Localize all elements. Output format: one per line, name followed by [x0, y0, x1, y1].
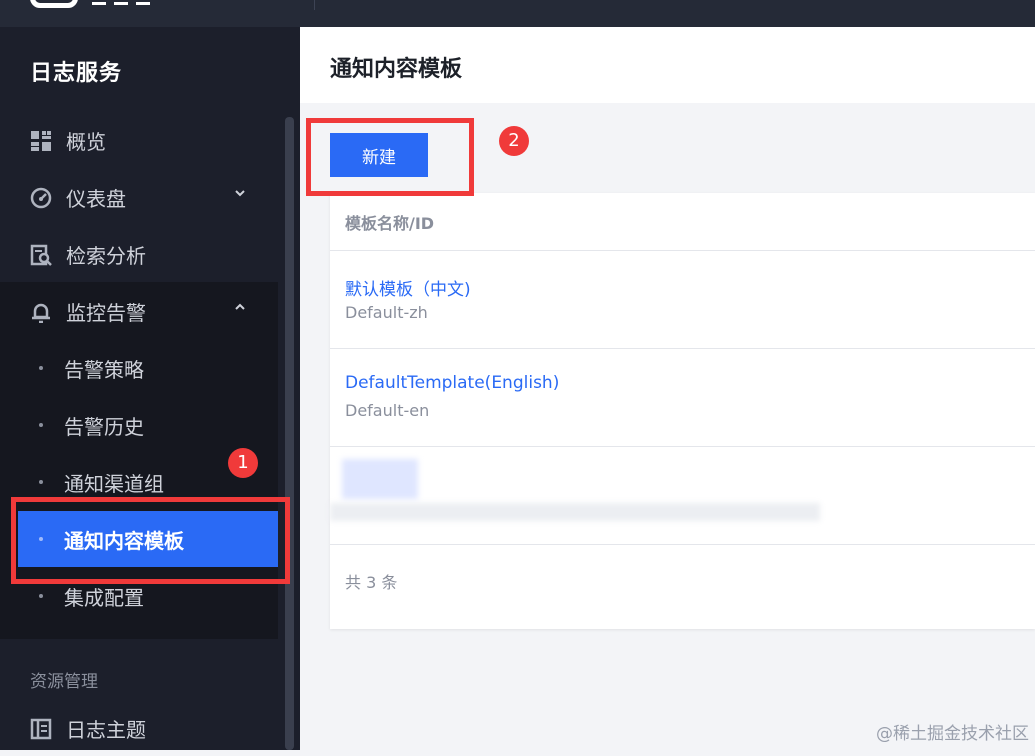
sidebar-subitem-alert-history[interactable]: 告警历史 — [0, 397, 278, 453]
annotation-highlight-box — [306, 118, 474, 196]
sidebar-item-overview[interactable]: 概览 — [0, 112, 278, 168]
logo-wordmark — [92, 0, 162, 5]
chevron-up-icon — [235, 303, 245, 310]
annotation-highlight-box — [11, 497, 290, 584]
section-label-resource-management: 资源管理 — [30, 672, 98, 692]
total-count: 共 3 条 — [345, 573, 398, 592]
topbar-divider — [314, 0, 315, 10]
sidebar-item-label: 检索分析 — [66, 244, 146, 268]
sidebar-subitem-label: 集成配置 — [64, 586, 144, 610]
bullet-dot — [39, 366, 43, 370]
sidebar-item-label: 仪表盘 — [66, 187, 126, 211]
column-header-template-name: 模板名称/ID — [345, 214, 435, 233]
template-name-link[interactable]: 默认模板（中文) — [345, 275, 471, 300]
bullet-dot — [39, 423, 43, 427]
sidebar-subitem-label: 告警策略 — [64, 358, 144, 382]
chevron-down-icon — [235, 190, 245, 197]
sidebar-item-dashboard[interactable]: 仪表盘 — [0, 169, 278, 225]
bullet-dot — [39, 594, 43, 598]
sidebar-scrollbar[interactable] — [285, 117, 294, 750]
sidebar-title: 日志服务 — [30, 61, 123, 86]
template-id: Default-en — [345, 401, 430, 420]
annotation-badge: 2 — [499, 126, 529, 156]
sidebar-item-search-analysis[interactable]: 检索分析 — [0, 226, 278, 282]
sidebar-item-label: 概览 — [66, 130, 106, 154]
page-title: 通知内容模板 — [330, 57, 463, 82]
bell-icon — [32, 303, 50, 323]
sidebar: 日志服务 概览 仪表盘 检索分析 监控告警 告警策略 告警历史 通知渠道组 通知… — [0, 27, 300, 750]
table-row: 默认模板（中文) Default-zh — [330, 251, 1035, 349]
grid-icon — [31, 131, 51, 151]
watermark: @稀土掘金技术社区 — [876, 724, 1029, 744]
top-bar — [0, 0, 1035, 27]
blurred-text — [330, 503, 820, 521]
dashboard-gauge-icon — [30, 187, 52, 209]
bullet-dot — [39, 480, 43, 484]
template-id: Default-zh — [345, 303, 428, 322]
table-header: 模板名称/ID — [330, 193, 1035, 251]
sidebar-item-log-topic[interactable]: 日志主题 — [0, 700, 278, 756]
page-header: 通知内容模板 — [300, 27, 1035, 103]
annotation-badge: 1 — [228, 448, 258, 478]
sidebar-item-label: 监控告警 — [66, 301, 146, 325]
book-icon — [30, 718, 52, 740]
table-row: DefaultTemplate(English) Default-en — [330, 349, 1035, 447]
template-table: 模板名称/ID 默认模板（中文) Default-zh DefaultTempl… — [330, 193, 1035, 629]
sidebar-subitem-label: 告警历史 — [64, 415, 144, 439]
sidebar-subitem-alert-policy[interactable]: 告警策略 — [0, 340, 278, 396]
sidebar-item-monitoring-alerts[interactable]: 监控告警 — [0, 283, 278, 339]
template-name-link[interactable]: DefaultTemplate(English) — [345, 373, 559, 393]
sidebar-subitem-label: 通知渠道组 — [64, 472, 164, 496]
table-row-redacted — [330, 447, 1035, 545]
logo-icon — [30, 0, 78, 8]
search-document-icon — [30, 244, 52, 266]
blurred-text — [342, 459, 418, 499]
sidebar-item-label: 日志主题 — [66, 718, 146, 742]
